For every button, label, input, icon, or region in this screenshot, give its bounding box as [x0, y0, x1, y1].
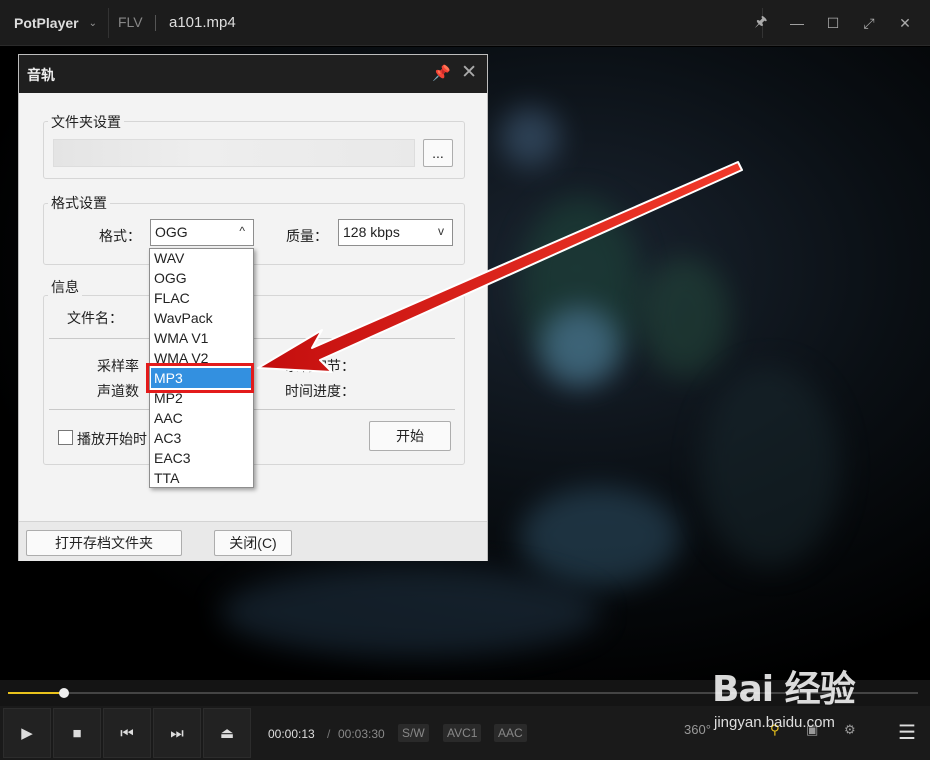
arrow-shape: [257, 161, 743, 373]
annotation-arrow: [257, 161, 743, 373]
